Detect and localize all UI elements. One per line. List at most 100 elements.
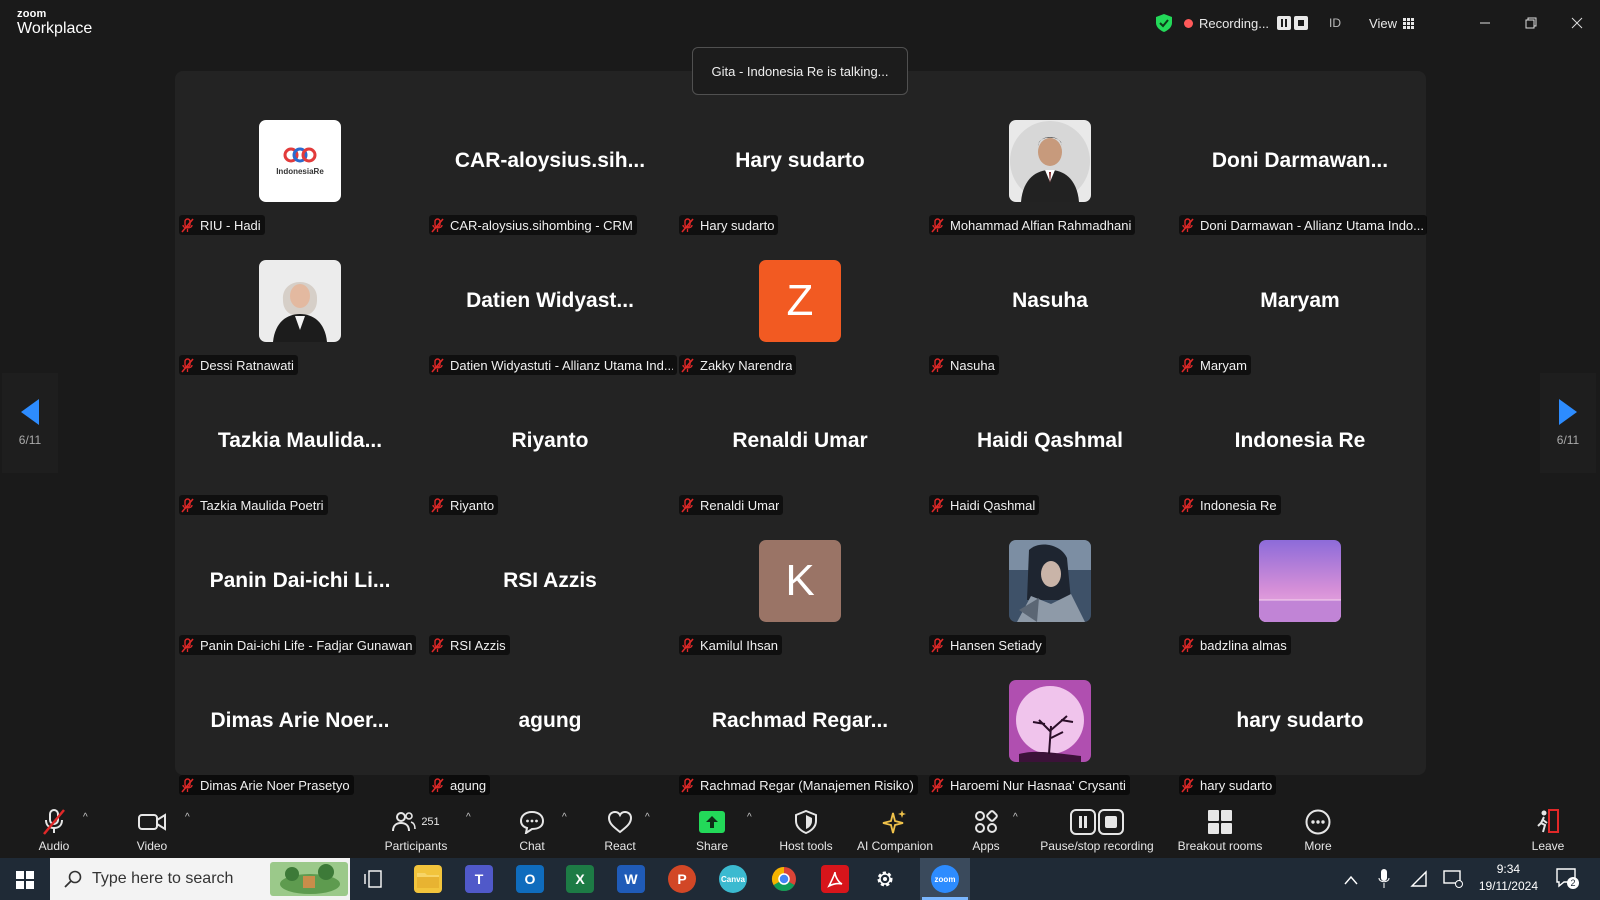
participant-name-label: agung <box>429 775 491 795</box>
settings-taskbar-icon[interactable] <box>871 865 899 893</box>
video-options-caret[interactable]: ^ <box>185 812 190 823</box>
react-options-caret[interactable]: ^ <box>645 812 650 823</box>
participant-tile[interactable]: Riyanto Riyanto <box>425 379 675 519</box>
participant-display-name: agung <box>518 709 582 732</box>
participant-tile[interactable]: Dessi Ratnawati <box>175 239 425 379</box>
participant-tile[interactable]: Hary sudarto Hary sudarto <box>675 99 925 239</box>
mic-muted-icon <box>431 357 444 373</box>
file-explorer-taskbar-icon[interactable] <box>414 865 442 893</box>
page-indicator-right: 6/11 <box>1556 433 1580 447</box>
arrow-left-icon <box>21 399 39 425</box>
video-button[interactable]: Video <box>130 796 174 858</box>
audio-label: Audio <box>38 839 70 853</box>
apps-options-caret[interactable]: ^ <box>1013 812 1018 823</box>
word-taskbar-icon[interactable]: W <box>617 865 645 893</box>
sparkle-icon <box>882 810 906 834</box>
excel-taskbar-icon[interactable]: X <box>566 865 594 893</box>
host-tools-button[interactable]: Host tools <box>774 796 838 858</box>
meeting-id-label[interactable]: ID <box>1329 16 1341 30</box>
participant-tile[interactable]: RSI Azzis RSI Azzis <box>425 519 675 659</box>
security-shield-icon[interactable] <box>1155 14 1172 32</box>
tray-clock[interactable]: 9:34 19/11/2024 <box>1479 861 1538 895</box>
participant-tile[interactable]: Indonesia Re Indonesia Re <box>1175 379 1425 519</box>
stop-recording-button[interactable] <box>1294 16 1309 30</box>
tray-network[interactable] <box>1410 870 1428 893</box>
participant-name: Indonesia Re <box>1200 497 1277 513</box>
apps-button[interactable]: Apps <box>964 796 1008 858</box>
participant-tile[interactable]: Nasuha Nasuha <box>925 239 1175 379</box>
mic-muted-icon <box>1181 777 1194 793</box>
view-button[interactable]: View <box>1369 16 1397 31</box>
participant-tile[interactable]: Haroemi Nur Hasnaa' Crysanti <box>925 659 1175 799</box>
participant-tile[interactable]: Hansen Setiady <box>925 519 1175 659</box>
participant-tile[interactable]: Haidi Qashmal Haidi Qashmal <box>925 379 1175 519</box>
chrome-taskbar-icon[interactable] <box>770 865 798 893</box>
tray-microphone[interactable] <box>1378 869 1390 894</box>
acrobat-taskbar-icon[interactable] <box>821 865 849 893</box>
previous-page-button[interactable]: 6/11 <box>2 373 58 473</box>
audio-options-caret[interactable]: ^ <box>83 812 88 823</box>
share-options-caret[interactable]: ^ <box>747 812 752 823</box>
canva-taskbar-icon[interactable]: Canva <box>719 865 747 893</box>
outlook-taskbar-icon[interactable]: O <box>516 865 544 893</box>
minimize-button[interactable] <box>1462 0 1508 46</box>
zoom-taskbar-icon[interactable]: zoom <box>931 865 959 893</box>
participant-tile[interactable]: Rachmad Regar... Rachmad Regar (Manajemen… <box>675 659 925 799</box>
mic-muted-icon <box>431 497 444 513</box>
powerpoint-taskbar-icon[interactable]: P <box>668 865 696 893</box>
participant-name: Hary sudarto <box>700 217 775 233</box>
participant-tile[interactable]: Renaldi Umar Renaldi Umar <box>675 379 925 519</box>
participant-tile[interactable]: Z Zakky Narendra <box>675 239 925 379</box>
close-button[interactable] <box>1554 0 1600 46</box>
more-button[interactable]: More <box>1298 796 1338 858</box>
participant-name: Zakky Narendra <box>700 357 793 373</box>
mic-muted-icon <box>931 497 944 513</box>
teams-taskbar-icon[interactable]: T <box>465 865 493 893</box>
participants-button[interactable]: 251 Participants <box>378 796 454 858</box>
ai-companion-button[interactable]: AI Companion <box>852 796 938 858</box>
participant-tile[interactable]: badzlina almas <box>1175 519 1425 659</box>
title-bar: zoom Workplace Recording... ID View <box>0 0 1600 46</box>
chat-options-caret[interactable]: ^ <box>562 812 567 823</box>
leave-button[interactable]: Leave <box>1528 796 1568 858</box>
participant-tile[interactable]: Tazkia Maulida... Tazkia Maulida Poetri <box>175 379 425 519</box>
participant-display-name: Doni Darmawan... <box>1211 149 1389 172</box>
taskbar-search-box[interactable]: Type here to search <box>50 858 350 900</box>
participant-tile[interactable]: Mohammad Alfian Rahmadhani <box>925 99 1175 239</box>
tray-overflow-button[interactable] <box>1344 872 1358 890</box>
react-button[interactable]: React <box>596 796 644 858</box>
breakout-rooms-button[interactable]: Breakout rooms <box>1172 796 1268 858</box>
chat-button[interactable]: Chat <box>510 796 554 858</box>
participant-tile[interactable]: agung agung <box>425 659 675 799</box>
windows-start-button[interactable] <box>16 871 34 894</box>
participant-name: Datien Widyastuti - Allianz Utama Ind... <box>450 357 673 373</box>
participant-tile[interactable]: Datien Widyast... Datien Widyastuti - All… <box>425 239 677 379</box>
participants-label: Participants <box>384 839 448 853</box>
microphone-icon <box>1378 869 1390 888</box>
tray-display[interactable] <box>1443 869 1463 894</box>
participant-tile[interactable]: IndonesiaRe RIU - Hadi <box>175 99 425 239</box>
restore-button[interactable] <box>1508 0 1554 46</box>
participant-tile[interactable]: K Kamilul Ihsan <box>675 519 925 659</box>
grid-view-icon[interactable] <box>1403 17 1414 29</box>
participant-tile[interactable]: Maryam Maryam <box>1175 239 1425 379</box>
mic-muted-icon <box>1181 637 1194 653</box>
pause-recording-button[interactable] <box>1277 16 1292 30</box>
excel-icon: X <box>575 871 585 887</box>
participant-tile[interactable]: Doni Darmawan... Doni Darmawan - Allianz … <box>1175 99 1427 239</box>
audio-button[interactable]: Audio <box>34 796 74 858</box>
video-label: Video <box>136 839 168 853</box>
pause-stop-recording-button[interactable]: Pause/stop recording <box>1036 796 1158 858</box>
task-view-button[interactable] <box>364 869 384 894</box>
notification-center-button[interactable]: 2 <box>1556 868 1579 895</box>
participant-tile[interactable]: Dimas Arie Noer... Dimas Arie Noer Praset… <box>175 659 425 799</box>
participant-tile[interactable]: Panin Dai-ichi Li... Panin Dai-ichi Life … <box>175 519 425 659</box>
participant-tile[interactable]: hary sudarto hary sudarto <box>1175 659 1425 799</box>
participants-options-caret[interactable]: ^ <box>466 812 471 823</box>
share-button[interactable]: Share <box>690 796 734 858</box>
next-page-button[interactable]: 6/11 <box>1540 373 1596 473</box>
participant-tile[interactable]: CAR-aloysius.sih... CAR-aloysius.sihombin… <box>425 99 675 239</box>
participant-display-name: RSI Azzis <box>503 569 597 592</box>
participant-name-label: CAR-aloysius.sihombing - CRM <box>429 215 637 235</box>
participant-photo-icon <box>1009 680 1091 762</box>
